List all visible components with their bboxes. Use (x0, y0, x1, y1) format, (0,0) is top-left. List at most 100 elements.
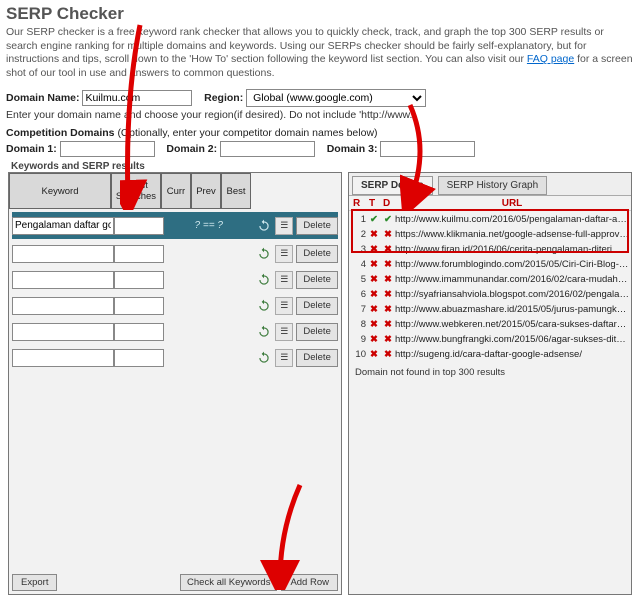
refresh-icon[interactable] (256, 298, 272, 314)
keywords-panel-title: Keywords and SERP results (11, 161, 145, 172)
prev-col-header[interactable]: Prev (191, 173, 221, 209)
rank-number: 4 (351, 257, 367, 272)
check-icon: ✔ (381, 212, 395, 227)
cross-icon: ✖ (367, 257, 381, 272)
details-icon[interactable]: ☰ (275, 245, 293, 263)
cross-icon: ✖ (381, 302, 395, 317)
not-found-text: Domain not found in top 300 results (349, 363, 631, 382)
details-icon[interactable]: ☰ (275, 349, 293, 367)
keyword-input[interactable] (12, 245, 114, 263)
domain-name-label: Domain Name: (6, 92, 80, 104)
result-url: http://www.firan.id/2016/06/cerita-penga… (395, 242, 629, 257)
export-button[interactable]: Export (12, 574, 57, 591)
serp-result-rows: 1✔✔http://www.kuilmu.com/2016/05/pengala… (349, 211, 631, 363)
keywords-panel: Keywords and SERP results Keyword Exact … (8, 172, 342, 595)
region-label: Region: (204, 92, 243, 104)
page-title: SERP Checker (6, 4, 634, 24)
col-r: R (353, 198, 369, 209)
rank-number: 3 (351, 242, 367, 257)
refresh-icon[interactable] (256, 246, 272, 262)
refresh-icon[interactable] (256, 272, 272, 288)
exact-searches-input[interactable] (114, 245, 164, 263)
exact-searches-input[interactable] (114, 217, 164, 235)
delete-button[interactable]: Delete (296, 297, 338, 315)
tab-serp-history[interactable]: SERP History Graph (438, 176, 548, 195)
domain2-input[interactable] (220, 141, 315, 157)
serp-columns-header: R T D URL (349, 196, 631, 211)
serp-result-row: 4✖✖http://www.forumblogindo.com/2015/05/… (351, 257, 629, 272)
keyword-rows: ? == ?☰Delete☰Delete☰Delete☰Delete☰Delet… (9, 209, 341, 375)
result-url: http://syafriansahviola.blogspot.com/201… (395, 287, 629, 302)
check-all-button[interactable]: Check all Keywords (180, 574, 277, 591)
exact-col-header[interactable]: Exact Searches (111, 173, 161, 209)
keyword-input[interactable] (12, 349, 114, 367)
tab-serp-details[interactable]: SERP Details (352, 176, 433, 195)
check-icon: ✔ (367, 212, 381, 227)
delete-button[interactable]: Delete (296, 271, 338, 289)
domain-name-input[interactable] (82, 90, 192, 106)
rank-number: 5 (351, 272, 367, 287)
serp-details-panel: SERP Details SERP History Graph R T D UR… (348, 172, 632, 595)
details-icon[interactable]: ☰ (275, 297, 293, 315)
refresh-icon[interactable] (256, 218, 272, 234)
faq-link[interactable]: FAQ page (527, 53, 574, 65)
serp-result-row: 3✖✖http://www.firan.id/2016/06/cerita-pe… (351, 242, 629, 257)
result-url: http://sugeng.id/cara-daftar-google-adse… (395, 347, 629, 362)
intro-text: Our SERP checker is a free keyword rank … (6, 26, 634, 81)
exact-searches-input[interactable] (114, 323, 164, 341)
cross-icon: ✖ (367, 227, 381, 242)
details-icon[interactable]: ☰ (275, 271, 293, 289)
cross-icon: ✖ (381, 227, 395, 242)
cross-icon: ✖ (381, 347, 395, 362)
delete-button[interactable]: Delete (296, 217, 338, 235)
competition-hint: (Optionally, enter your competitor domai… (117, 127, 377, 139)
keyword-row[interactable]: ☰Delete (12, 268, 338, 291)
keyword-row[interactable]: ☰Delete (12, 320, 338, 343)
delete-button[interactable]: Delete (296, 323, 338, 341)
delete-button[interactable]: Delete (296, 245, 338, 263)
exact-searches-input[interactable] (114, 297, 164, 315)
keyword-input[interactable] (12, 297, 114, 315)
rank-cells (164, 271, 253, 289)
domain1-input[interactable] (60, 141, 155, 157)
col-d: D (383, 198, 397, 209)
result-url: http://www.kuilmu.com/2016/05/pengalaman… (395, 212, 629, 227)
keyword-input[interactable] (12, 217, 114, 235)
domain3-input[interactable] (380, 141, 475, 157)
keywords-header: Keyword Exact Searches Curr Prev Best (9, 173, 341, 209)
keyword-row[interactable]: ☰Delete (12, 242, 338, 265)
refresh-icon[interactable] (256, 350, 272, 366)
region-select[interactable]: Global (www.google.com) (246, 89, 426, 107)
cross-icon: ✖ (367, 347, 381, 362)
rank-number: 2 (351, 227, 367, 242)
refresh-icon[interactable] (256, 324, 272, 340)
best-col-header[interactable]: Best (221, 173, 251, 209)
details-icon[interactable]: ☰ (275, 217, 293, 235)
rank-cells (164, 323, 253, 341)
delete-button[interactable]: Delete (296, 349, 338, 367)
keyword-input[interactable] (12, 323, 114, 341)
serp-result-row: 7✖✖http://www.abuazmashare.id/2015/05/ju… (351, 302, 629, 317)
details-icon[interactable]: ☰ (275, 323, 293, 341)
rank-number: 10 (351, 347, 367, 362)
keyword-row[interactable]: ☰Delete (12, 294, 338, 317)
exact-searches-input[interactable] (114, 349, 164, 367)
result-url: http://www.bungfrangki.com/2015/06/agar-… (395, 332, 629, 347)
exact-searches-input[interactable] (114, 271, 164, 289)
result-url: http://www.forumblogindo.com/2015/05/Cir… (395, 257, 629, 272)
keyword-input[interactable] (12, 271, 114, 289)
add-row-button[interactable]: Add Row (281, 574, 338, 591)
cross-icon: ✖ (381, 332, 395, 347)
keyword-row[interactable]: ☰Delete (12, 346, 338, 369)
cross-icon: ✖ (381, 242, 395, 257)
serp-result-row: 6✖✖http://syafriansahviola.blogspot.com/… (351, 287, 629, 302)
curr-col-header[interactable]: Curr (161, 173, 191, 209)
rank-cells (164, 297, 253, 315)
cross-icon: ✖ (381, 257, 395, 272)
col-t: T (369, 198, 383, 209)
rank-number: 1 (351, 212, 367, 227)
keyword-row[interactable]: ? == ?☰Delete (12, 212, 338, 239)
result-url: http://www.abuazmashare.id/2015/05/jurus… (395, 302, 629, 317)
cross-icon: ✖ (367, 242, 381, 257)
keyword-col-header[interactable]: Keyword (9, 173, 111, 209)
